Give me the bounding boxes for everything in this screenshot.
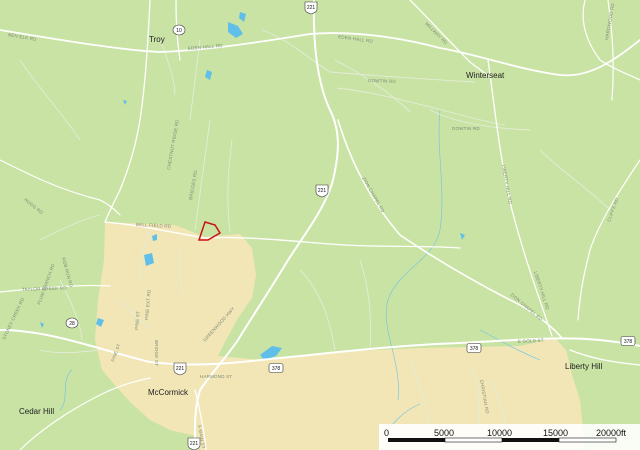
us378-shield-edge: 378	[620, 336, 636, 346]
us378-shield-mid: 378	[268, 363, 284, 373]
us221-shield-top: 221	[304, 1, 318, 15]
us221-shield-low: 221	[173, 362, 187, 376]
road-label-dowtin-2: DOWTIN RD	[452, 126, 480, 131]
us221-shield-mid: 221	[315, 184, 329, 198]
scale-label-5000: 5000	[434, 428, 454, 438]
sc10-shield: 10	[172, 24, 186, 36]
us221-shield-top-label: 221	[307, 5, 316, 11]
scale-label-10000: 10000	[487, 428, 512, 438]
scale-bar: 0 5000 10000 15000 20000ft	[379, 424, 640, 450]
place-liberty-hill: Liberty Hill	[565, 362, 603, 371]
us378-shield-right: 378	[466, 343, 482, 353]
place-mccormick: McCormick	[148, 388, 189, 397]
scale-segment-3	[502, 438, 559, 442]
us221-shield-bottom: 221	[187, 437, 201, 450]
road-label-bridge-st: BRIDGE ST	[154, 340, 159, 366]
map-canvas[interactable]: EDEN HALL RD EDEN HALL RD MILLWAY RD DOW…	[0, 0, 640, 450]
road-label-harmond-st: HARMOND ST	[200, 374, 232, 379]
place-troy: Troy	[149, 35, 165, 44]
us378-shield-edge-label: 378	[624, 339, 633, 345]
scale-label-0: 0	[384, 428, 389, 438]
place-cedar-hill: Cedar Hill	[19, 407, 54, 416]
scale-segment-4	[558, 437, 617, 443]
us221-shield-bottom-label: 221	[190, 441, 199, 447]
scale-segment-1	[388, 438, 445, 442]
scale-label-15000: 15000	[543, 428, 568, 438]
us221-shield-mid-label: 221	[318, 188, 327, 194]
us221-shield-low-label: 221	[176, 366, 185, 372]
road-label-dowtin-1: DOWTIN RD	[368, 78, 397, 84]
place-winterseat: Winterseat	[466, 71, 505, 80]
scale-segment-2	[444, 437, 503, 443]
sc10-shield-label: 10	[176, 28, 182, 34]
us378-shield-right-label: 378	[470, 346, 479, 352]
us378-shield-mid-label: 378	[272, 366, 281, 372]
sc28-shield: 28	[65, 317, 79, 329]
sc28-shield-label: 28	[69, 321, 75, 327]
scale-label-20000ft: 20000ft	[596, 428, 627, 438]
